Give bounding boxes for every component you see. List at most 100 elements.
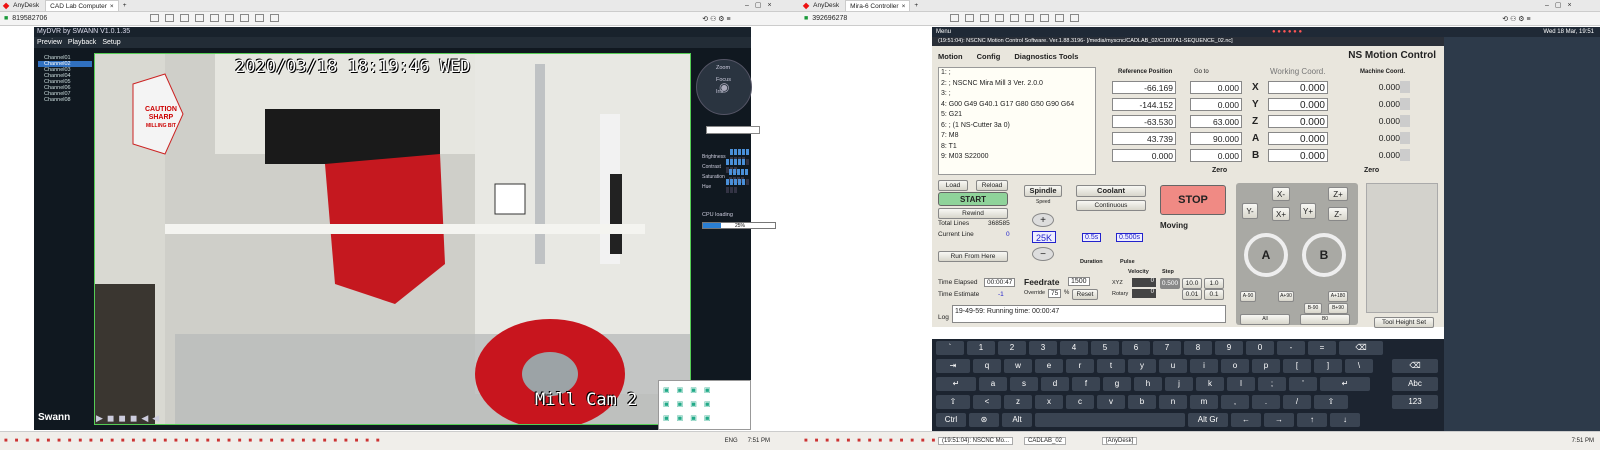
side-key-0[interactable]: ⌫ xyxy=(1392,359,1438,373)
new-tab-icon[interactable]: + xyxy=(914,2,918,9)
key-1-2[interactable]: w xyxy=(1004,359,1032,373)
menu-playback[interactable]: Playback xyxy=(68,37,96,48)
playback-controls[interactable]: ▶◼◼◼◀◀ xyxy=(96,413,163,424)
rotate-b-dial[interactable]: B xyxy=(1302,233,1346,277)
jog-x-plus-button[interactable]: X+ xyxy=(1272,207,1290,221)
key-4-8[interactable]: ↓ xyxy=(1330,413,1360,427)
stop-button[interactable]: STOP xyxy=(1160,185,1226,215)
menu-setup[interactable]: Setup xyxy=(102,37,120,48)
a-plus-180-button[interactable]: A+180 xyxy=(1328,291,1348,302)
hue-control[interactable]: Hue xyxy=(702,179,751,195)
key-0-12[interactable]: = xyxy=(1308,341,1336,355)
key-3-12[interactable]: ⇧ xyxy=(1314,395,1348,409)
goto-a[interactable]: 90.000 xyxy=(1190,132,1242,145)
tool-height-set-button[interactable]: Tool Height Set xyxy=(1374,317,1434,328)
pulse-value[interactable]: 0.500s xyxy=(1116,233,1144,242)
key-1-3[interactable]: e xyxy=(1035,359,1063,373)
key-1-1[interactable]: q xyxy=(973,359,1001,373)
gcode-line[interactable]: 9: M03 S22000 xyxy=(941,152,1095,163)
task-cadlab[interactable]: CADLAB_02 xyxy=(1024,437,1067,445)
key-1-13[interactable]: \ xyxy=(1345,359,1373,373)
key-0-1[interactable]: 1 xyxy=(967,341,995,355)
key-4-6[interactable]: → xyxy=(1264,413,1294,427)
key-3-8[interactable]: m xyxy=(1190,395,1218,409)
preset-select[interactable] xyxy=(706,126,760,134)
a-plus-90-button[interactable]: A+90 xyxy=(1278,291,1294,302)
goto-x[interactable]: 0.000 xyxy=(1190,81,1242,94)
key-1-9[interactable]: o xyxy=(1221,359,1249,373)
spindle-up-icon[interactable]: + xyxy=(1032,213,1054,227)
duration-value[interactable]: 0.5s xyxy=(1082,233,1102,242)
key-0-7[interactable]: 7 xyxy=(1153,341,1181,355)
key-2-11[interactable]: ' xyxy=(1289,377,1317,391)
key-1-7[interactable]: u xyxy=(1159,359,1187,373)
key-0-8[interactable]: 8 xyxy=(1184,341,1212,355)
ptz-focus[interactable]: Focus xyxy=(716,74,746,86)
spindle-button[interactable]: Spindle xyxy=(1024,185,1062,197)
key-1-0[interactable]: ⇥ xyxy=(936,359,970,373)
key-4-0[interactable]: Ctrl xyxy=(936,413,966,427)
right-window-controls[interactable]: –▢× xyxy=(1545,1,1578,9)
key-1-4[interactable]: r xyxy=(1066,359,1094,373)
key-0-5[interactable]: 5 xyxy=(1091,341,1119,355)
key-3-5[interactable]: v xyxy=(1097,395,1125,409)
continuous-button[interactable]: Continuous xyxy=(1076,200,1146,211)
gcode-line[interactable]: 5: G21 xyxy=(941,110,1095,121)
task-anydesk[interactable]: [AnyDesk] xyxy=(1102,437,1138,445)
key-0-4[interactable]: 4 xyxy=(1060,341,1088,355)
key-0-11[interactable]: - xyxy=(1277,341,1305,355)
tab-app-label[interactable]: AnyDesk xyxy=(813,2,839,9)
gcode-line[interactable]: 1: ; xyxy=(941,68,1095,79)
panel-status-icons[interactable]: ● ● ● ● ● ● xyxy=(1272,27,1302,37)
jog-x-minus-button[interactable]: X- xyxy=(1272,187,1290,201)
step-10-button[interactable]: 10.0 xyxy=(1182,278,1202,289)
step-0-5-button[interactable]: 0.500 xyxy=(1160,278,1180,289)
key-4-5[interactable]: ← xyxy=(1231,413,1261,427)
key-3-4[interactable]: c xyxy=(1066,395,1094,409)
rewind-button[interactable]: Rewind xyxy=(938,208,1008,219)
key-1-10[interactable]: p xyxy=(1252,359,1280,373)
key-3-11[interactable]: / xyxy=(1283,395,1311,409)
gcode-line[interactable]: 3: ; xyxy=(941,89,1095,100)
spindle-speed-value[interactable]: 25K xyxy=(1032,231,1056,243)
key-4-2[interactable]: Alt xyxy=(1002,413,1032,427)
gcode-line[interactable]: 6: ; (1 NS-Cutter 3a 0) xyxy=(941,121,1095,132)
side-key-1[interactable]: Abc xyxy=(1392,377,1438,391)
jog-z-plus-button[interactable]: Z+ xyxy=(1328,187,1348,201)
coolant-button[interactable]: Coolant xyxy=(1076,185,1146,197)
b0-button[interactable]: B0 xyxy=(1300,314,1350,325)
ptz-zoom[interactable]: Zoom xyxy=(716,62,746,74)
key-0-2[interactable]: 2 xyxy=(998,341,1026,355)
key-2-2[interactable]: s xyxy=(1010,377,1038,391)
key-0-10[interactable]: 0 xyxy=(1246,341,1274,355)
gcode-line[interactable]: 7: M8 xyxy=(941,131,1095,142)
camera-feed[interactable]: 2020/03/18 18:19:46 WED Mill Cam 2 CAUTI… xyxy=(94,53,691,425)
key-0-9[interactable]: 9 xyxy=(1215,341,1243,355)
tab-mira-controller[interactable]: Mira-6 Controller × xyxy=(845,0,911,11)
key-1-5[interactable]: t xyxy=(1097,359,1125,373)
key-3-2[interactable]: z xyxy=(1004,395,1032,409)
key-3-6[interactable]: b xyxy=(1128,395,1156,409)
b-minus-90-button[interactable]: B-90 xyxy=(1304,303,1322,314)
menu-button[interactable]: Menu xyxy=(936,29,951,35)
gcode-line[interactable]: 8: T1 xyxy=(941,142,1095,153)
key-1-8[interactable]: i xyxy=(1190,359,1218,373)
jog-z-minus-button[interactable]: Z- xyxy=(1328,207,1348,221)
key-2-0[interactable]: ↵ xyxy=(936,377,976,391)
override-value[interactable]: 75 xyxy=(1048,289,1062,298)
a-minus-90-button[interactable]: A-90 xyxy=(1240,291,1256,302)
tab-config[interactable]: Config xyxy=(977,52,1001,61)
key-2-7[interactable]: j xyxy=(1165,377,1193,391)
left-window-controls[interactable]: –▢× xyxy=(745,1,778,9)
machine-zero-buttons[interactable] xyxy=(1400,81,1410,163)
key-4-1[interactable]: ⊛ xyxy=(969,413,999,427)
taskbar-icons[interactable]: ■■■■■■■■■■■■■■■■■■■■■■■■■■■■■■■■■■■■ xyxy=(4,438,386,444)
rotate-a-dial[interactable]: A xyxy=(1244,233,1288,277)
key-2-12[interactable]: ↵ xyxy=(1320,377,1370,391)
jog-y-minus-button[interactable]: Y- xyxy=(1242,203,1258,219)
ptz-iris[interactable]: Iris xyxy=(716,86,746,98)
gcode-line[interactable]: 2: ; NSCNC Mira Mill 3 Ver. 2.0.0 xyxy=(941,79,1095,90)
key-2-6[interactable]: h xyxy=(1134,377,1162,391)
all-button[interactable]: All xyxy=(1240,314,1290,325)
new-tab-icon[interactable]: + xyxy=(123,2,127,9)
